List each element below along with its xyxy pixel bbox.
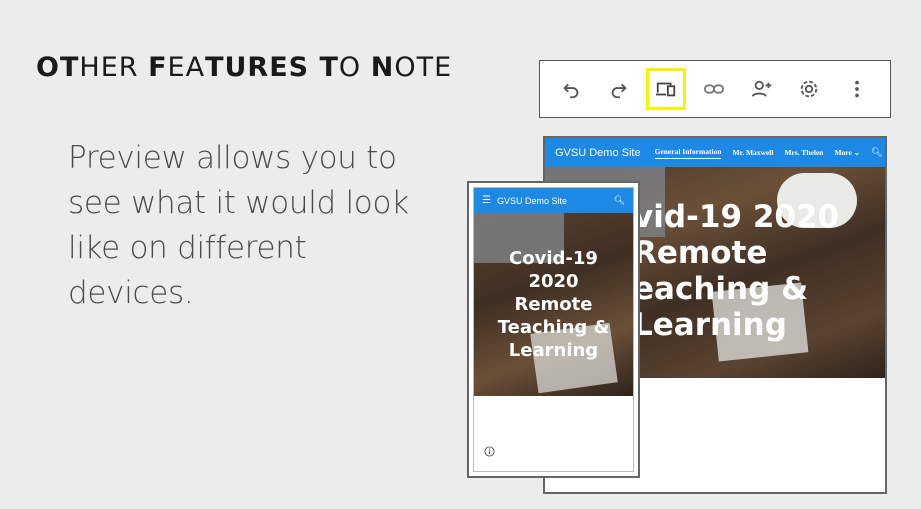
slide-title-part: ER: [100, 52, 149, 83]
nav-item-mr-maxwell[interactable]: Mr. Maxwell: [732, 148, 773, 157]
nav-item-more[interactable]: More ⌄: [834, 148, 860, 157]
slide-title-part: H: [79, 52, 101, 83]
phone-site-title[interactable]: GVSU Demo Site: [497, 196, 567, 206]
gear-icon: [801, 80, 818, 98]
search-icon[interactable]: 🔍︎: [871, 148, 882, 158]
slide-title-part: N: [370, 52, 395, 83]
hero-title-line: 2020: [528, 271, 579, 292]
desktop-navbar: GVSU Demo Site General Information Mr. M…: [545, 138, 885, 167]
slide-title-part: OT: [36, 52, 80, 83]
phone-hero-title: Covid-19 2020 Remote Teaching & Learning: [474, 247, 633, 362]
info-icon[interactable]: [484, 446, 495, 457]
slide-title-part: OTE: [394, 52, 453, 83]
more-vertical-icon: [855, 80, 860, 98]
body-line: devices.: [68, 275, 194, 311]
phone-preview: ☰ GVSU Demo Site 🔍︎ Covid-19 2020 Remote…: [467, 181, 640, 478]
hero-title-line: Teaching &: [497, 317, 610, 338]
hero-title-line: eaching &: [633, 271, 809, 307]
share-button[interactable]: [747, 73, 777, 105]
phone-hero-banner: Covid-19 2020 Remote Teaching & Learning: [474, 213, 633, 396]
body-line: like on different: [68, 230, 307, 266]
phone-screen: ☰ GVSU Demo Site 🔍︎ Covid-19 2020 Remote…: [473, 187, 634, 472]
body-line: see what it would look: [68, 185, 409, 221]
undo-icon: [563, 83, 579, 99]
search-icon[interactable]: 🔍︎: [614, 195, 625, 206]
nav-item-general-information[interactable]: General Information: [654, 147, 722, 159]
settings-button[interactable]: [795, 73, 825, 105]
desktop-hero-title: vid-19 2020 Remote eaching & Learning: [633, 199, 839, 343]
preview-button[interactable]: [646, 68, 687, 110]
more-button[interactable]: [842, 73, 872, 105]
add-person-icon: [751, 80, 771, 97]
slide-title: OTHER FEATURES TO NOTE: [36, 52, 452, 83]
hero-title-line: Learning: [508, 340, 599, 361]
slide-title-part: F: [148, 52, 168, 83]
body-line: Preview allows you to: [68, 140, 397, 176]
copy-link-button[interactable]: [699, 73, 729, 105]
hero-title-line: Remote: [514, 294, 593, 315]
redo-button[interactable]: [604, 73, 634, 105]
sites-toolbar: [539, 60, 891, 118]
device-preview-icon: [656, 82, 676, 97]
slide-title-part: T: [319, 52, 339, 83]
hero-title-line: vid-19 2020: [633, 199, 840, 235]
hamburger-icon[interactable]: ☰: [482, 195, 491, 206]
hero-title-line: Remote: [633, 235, 768, 271]
phone-navbar: ☰ GVSU Demo Site 🔍︎: [474, 188, 633, 213]
hero-title-line: Covid-19: [509, 248, 598, 269]
slide-body-text: Preview allows you to see what it would …: [68, 136, 448, 316]
link-icon: [703, 84, 725, 94]
nav-item-mrs-thelen[interactable]: Mrs. Thelen: [784, 148, 823, 157]
undo-button[interactable]: [556, 73, 586, 105]
slide-title-part: EA: [167, 52, 206, 83]
redo-icon: [611, 83, 627, 99]
slide-title-part: TURES: [205, 52, 320, 83]
site-title[interactable]: GVSU Demo Site: [555, 147, 641, 159]
slide-title-part: O: [338, 52, 371, 83]
hero-title-line: Learning: [633, 307, 787, 343]
